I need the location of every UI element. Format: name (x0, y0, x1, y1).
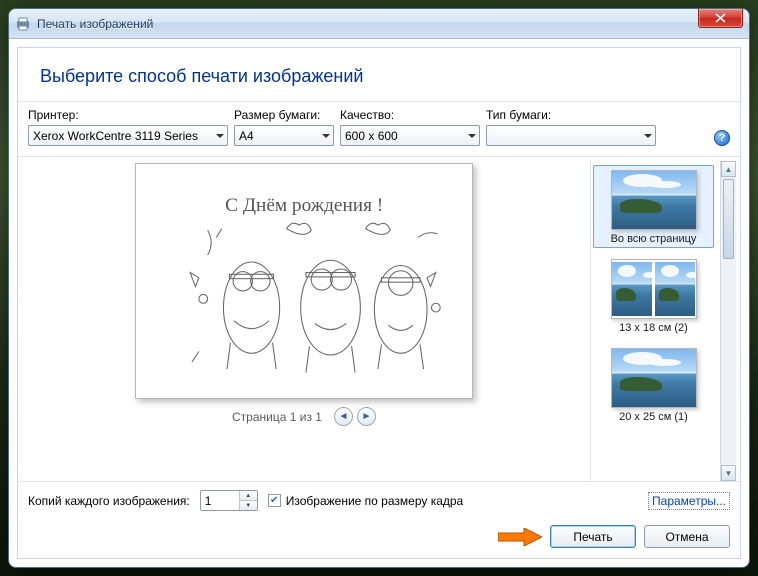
paper-type-select[interactable] (486, 125, 656, 146)
page-heading: Выберите способ печати изображений (40, 66, 718, 87)
app-icon (15, 16, 31, 32)
layout-thumbnail (611, 259, 697, 319)
fit-frame-checkbox[interactable]: ✔ Изображение по размеру кадра (268, 494, 463, 508)
layout-list[interactable]: Во всю страницу 13 x 18 см (2) 20 x 25 см … (590, 161, 716, 481)
scroll-up-button[interactable]: ▲ (721, 161, 736, 177)
spin-up-button[interactable]: ▲ (240, 491, 257, 501)
layout-label: 13 x 18 см (2) (596, 322, 711, 334)
title-bar: Печать изображений (9, 9, 749, 39)
layout-thumbnail (611, 170, 697, 230)
options-link[interactable]: Параметры... (648, 492, 730, 510)
layout-thumbnail (611, 348, 697, 408)
scroll-thumb[interactable] (723, 179, 734, 259)
copies-input[interactable] (201, 491, 239, 510)
paper-size-value: A4 (239, 129, 254, 143)
chevron-down-icon (468, 134, 476, 138)
copies-label: Копий каждого изображения: (28, 494, 190, 508)
page-preview: С Днём рождения ! (135, 163, 473, 399)
paper-size-select[interactable]: A4 (234, 125, 334, 146)
svg-text:С Днём рождения !: С Днём рождения ! (225, 195, 383, 216)
chevron-down-icon (216, 134, 224, 138)
quality-label: Качество: (340, 108, 480, 122)
preview-pane: С Днём рождения ! (22, 161, 586, 481)
layout-option[interactable]: 13 x 18 см (2) (593, 254, 714, 337)
pager: Страница 1 из 1 ◄ ► (232, 407, 376, 426)
action-row: Печать Отмена (18, 519, 740, 558)
layout-label: 20 x 25 см (1) (596, 411, 711, 423)
layout-label: Во всю страницу (596, 233, 711, 245)
scrollbar[interactable]: ▲ ▼ (720, 161, 736, 481)
options-row: Копий каждого изображения: ▲ ▼ ✔ Изображ… (18, 481, 740, 519)
printer-value: Xerox WorkCentre 3119 Series (33, 129, 198, 143)
chevron-down-icon (644, 134, 652, 138)
paper-size-label: Размер бумаги: (234, 108, 334, 122)
annotation-arrow-icon (498, 528, 542, 546)
quality-value: 600 x 600 (345, 129, 398, 143)
fit-frame-label: Изображение по размеру кадра (286, 494, 463, 508)
cancel-button[interactable]: Отмена (644, 525, 730, 548)
checkbox-box: ✔ (268, 494, 281, 507)
layout-option[interactable]: Во всю страницу (593, 165, 714, 248)
print-settings-row: Принтер: Xerox WorkCentre 3119 Series Ра… (18, 102, 740, 157)
copies-spinner[interactable]: ▲ ▼ (200, 490, 258, 511)
window-title: Печать изображений (37, 17, 153, 31)
paper-type-label: Тип бумаги: (486, 108, 656, 122)
layout-option[interactable]: 20 x 25 см (1) (593, 343, 714, 426)
header: Выберите способ печати изображений (18, 48, 740, 102)
main-area: С Днём рождения ! (18, 157, 740, 481)
page-indicator: Страница 1 из 1 (232, 410, 322, 424)
print-pictures-dialog: Печать изображений Выберите способ печат… (8, 8, 750, 568)
close-button[interactable] (698, 8, 743, 28)
scroll-down-button[interactable]: ▼ (721, 465, 736, 481)
help-icon[interactable]: ? (714, 130, 730, 146)
print-button[interactable]: Печать (550, 525, 636, 548)
printer-label: Принтер: (28, 108, 228, 122)
printer-select[interactable]: Xerox WorkCentre 3119 Series (28, 125, 228, 146)
next-page-button[interactable]: ► (357, 407, 376, 426)
preview-image: С Днём рождения ! (153, 176, 455, 387)
dialog-content: Выберите способ печати изображений Принт… (17, 47, 741, 559)
chevron-down-icon (322, 134, 330, 138)
prev-page-button[interactable]: ◄ (334, 407, 353, 426)
quality-select[interactable]: 600 x 600 (340, 125, 480, 146)
spin-down-button[interactable]: ▼ (240, 501, 257, 510)
